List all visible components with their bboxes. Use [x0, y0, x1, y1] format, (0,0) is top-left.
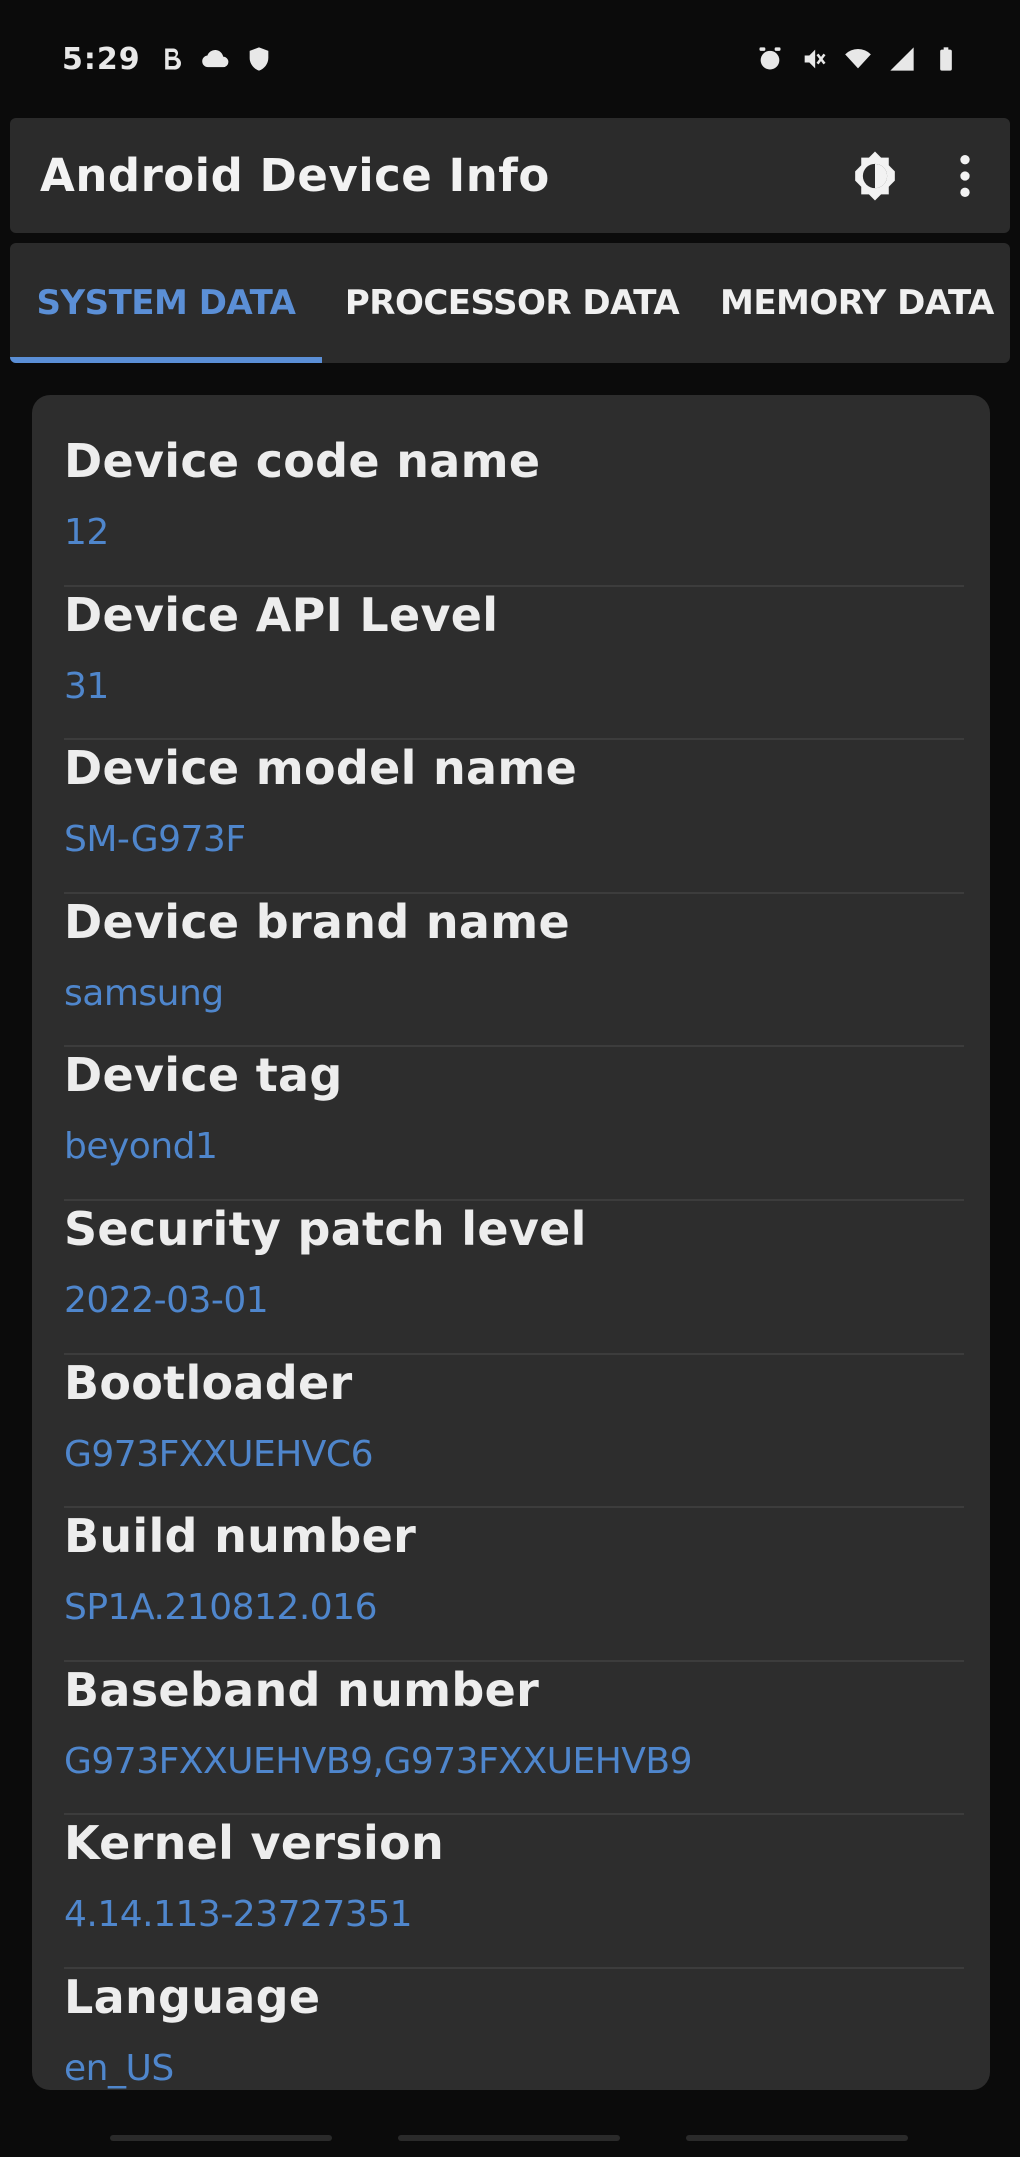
- info-row-label: Device API Level: [64, 587, 499, 642]
- wifi-icon: [844, 45, 872, 73]
- info-row: Kernel version 4.14.113-23727351: [64, 1815, 964, 1969]
- info-list[interactable]: Device code name 12 Device API Level 31 Devi…: [32, 395, 990, 2090]
- nav-home-handle[interactable]: [398, 2135, 620, 2141]
- info-row: Device brand name samsung: [64, 894, 964, 1048]
- info-row-label: Baseband number: [64, 1662, 540, 1717]
- info-row-value: SP1A.210812.016: [64, 1587, 377, 1629]
- info-row-label: Kernel version: [64, 1816, 445, 1871]
- nav-recents-handle[interactable]: [110, 2135, 332, 2141]
- info-row-label: Language: [64, 1969, 321, 2024]
- app-bar: Android Device Info: [10, 118, 1010, 233]
- info-row: Device code name 12: [64, 433, 964, 587]
- tab-label: PROCESSOR DATA: [344, 283, 680, 323]
- info-row-value: 12: [64, 512, 109, 553]
- info-row-label: Device model name: [64, 741, 578, 796]
- info-row-value: SM-G973F: [64, 819, 246, 861]
- info-row-value: 2022-03-01: [64, 1279, 269, 1321]
- battery-icon: [932, 45, 960, 73]
- alarm-icon: [756, 45, 784, 73]
- system-info-card: Device code name 12 Device API Level 31 Devi…: [32, 395, 990, 2090]
- info-row-value: beyond1: [64, 1126, 218, 1168]
- info-row-value: G973FXXUEHVB9,G973FXXUEHVB9: [64, 1740, 693, 1782]
- tab-system-data[interactable]: SYSTEM DATA: [10, 243, 322, 363]
- more-vert-icon: [960, 154, 970, 197]
- info-row-value: 4.14.113-23727351: [64, 1894, 413, 1936]
- info-row-label: Device tag: [64, 1048, 343, 1103]
- status-left: 5:29: [62, 42, 273, 77]
- info-row-label: Bootloader: [64, 1355, 353, 1410]
- mute-icon: [800, 45, 828, 73]
- info-row-value: samsung: [64, 972, 224, 1014]
- info-row-value: G973FXXUEHVC6: [64, 1433, 373, 1475]
- app-title: Android Device Info: [40, 149, 550, 202]
- notification-b-icon: [157, 45, 185, 73]
- info-row: Device model name SM-G973F: [64, 740, 964, 894]
- info-row: Language en_US: [64, 1969, 964, 2090]
- info-row-label: Device code name: [64, 434, 541, 488]
- shield-icon: [245, 45, 273, 73]
- theme-toggle-button[interactable]: [830, 126, 920, 226]
- tab-memory-data[interactable]: MEMORY DATA: [702, 243, 1010, 363]
- tab-bar: SYSTEM DATA PROCESSOR DATA MEMORY DATA: [10, 243, 1010, 363]
- more-options-button[interactable]: [920, 126, 1010, 226]
- screen: 5:29 Android Device Info SYSTEM DATA PRO…: [0, 0, 1020, 2157]
- cloud-icon: [201, 45, 229, 73]
- info-row: Baseband number G973FXXUEHVB9,G973FXXUEHV…: [64, 1662, 964, 1816]
- info-row-label: Security patch level: [64, 1201, 587, 1256]
- info-row-value: en_US: [64, 2047, 174, 2089]
- tab-indicator: [10, 357, 322, 363]
- tab-processor-data[interactable]: PROCESSOR DATA: [322, 243, 702, 363]
- info-row: Bootloader G973FXXUEHVC6: [64, 1355, 964, 1509]
- theme-toggle-icon: [855, 151, 895, 200]
- info-row: Device API Level 31: [64, 587, 964, 741]
- info-row: Build number SP1A.210812.016: [64, 1508, 964, 1662]
- info-row: Device tag beyond1: [64, 1047, 964, 1201]
- status-bar: 5:29: [0, 0, 1020, 118]
- nav-back-handle[interactable]: [686, 2135, 908, 2141]
- tab-label: SYSTEM DATA: [36, 283, 296, 323]
- status-time: 5:29: [62, 41, 141, 77]
- navigation-bar: [0, 2115, 1020, 2157]
- signal-icon: [888, 45, 916, 73]
- info-row-label: Build number: [64, 1509, 417, 1564]
- info-row: Security patch level 2022-03-01: [64, 1201, 964, 1355]
- info-row-value: 31: [64, 665, 109, 707]
- info-row-label: Device brand name: [64, 894, 570, 949]
- status-right: [756, 45, 960, 73]
- tab-label: MEMORY DATA: [720, 283, 994, 323]
